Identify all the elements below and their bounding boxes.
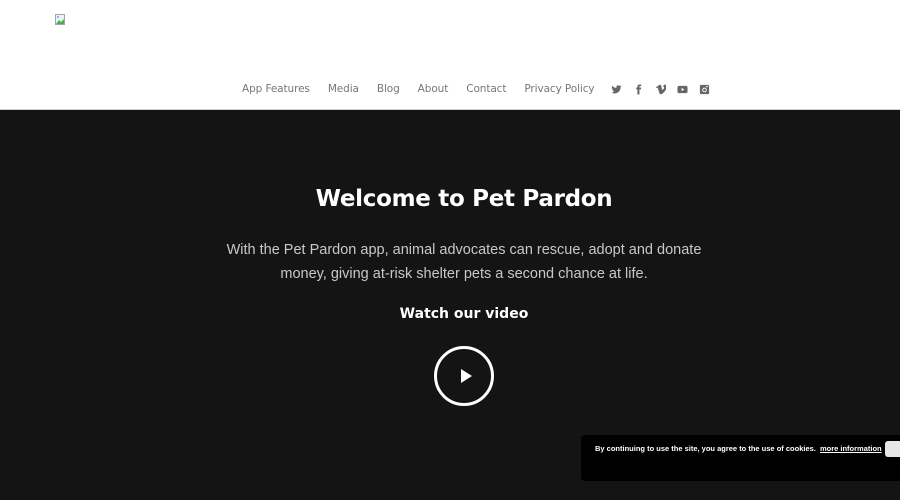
cookie-accept-button[interactable]: [885, 441, 900, 457]
social-links: [611, 83, 721, 95]
logo-broken-image-icon[interactable]: [55, 10, 66, 25]
cookie-banner: By continuing to use the site, you agree…: [581, 435, 900, 481]
youtube-icon[interactable]: [677, 83, 689, 95]
nav-contact[interactable]: Contact: [466, 83, 506, 95]
nav-media[interactable]: Media: [328, 83, 359, 95]
nav-app-features[interactable]: App Features: [242, 83, 310, 95]
nav-about[interactable]: About: [418, 83, 449, 95]
site-header: App Features Media Blog About Contact Pr…: [0, 0, 900, 110]
twitter-icon[interactable]: [611, 83, 623, 95]
main-nav: App Features Media Blog About Contact Pr…: [242, 82, 721, 96]
hero-description-line-2: money, giving at-risk shelter pets a sec…: [280, 266, 648, 282]
hero-title: Welcome to Pet Pardon: [315, 186, 613, 212]
hero-description-line-1: With the Pet Pardon app, animal advocate…: [226, 242, 702, 258]
hero-description: With the Pet Pardon app, animal advocate…: [0, 238, 900, 286]
cookie-more-info-link[interactable]: more information: [820, 444, 882, 453]
watch-video-label: Watch our video: [399, 306, 529, 322]
instagram-icon[interactable]: [699, 83, 711, 95]
cookie-text: By continuing to use the site, you agree…: [595, 444, 816, 453]
vimeo-icon[interactable]: [655, 83, 667, 95]
cookie-message: By continuing to use the site, you agree…: [595, 444, 882, 453]
nav-blog[interactable]: Blog: [377, 83, 400, 95]
nav-privacy-policy[interactable]: Privacy Policy: [524, 83, 594, 95]
play-icon: [461, 369, 472, 383]
play-video-button[interactable]: [434, 346, 494, 406]
facebook-icon[interactable]: [633, 83, 645, 95]
